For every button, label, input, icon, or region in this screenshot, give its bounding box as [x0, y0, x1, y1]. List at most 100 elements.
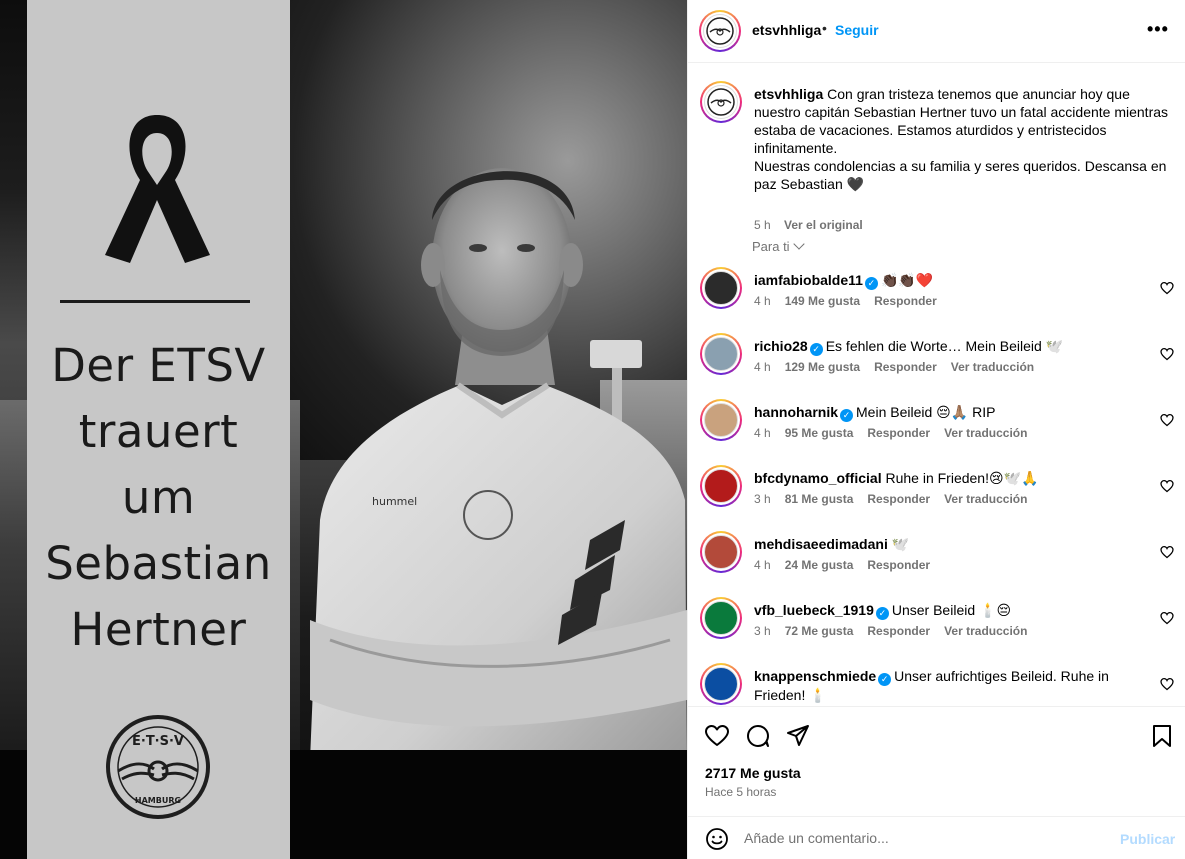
commenter-username[interactable]: iamfabiobalde11 — [754, 272, 863, 288]
commenter-username[interactable]: vfb_luebeck_1919 — [754, 602, 874, 618]
commenter-avatar[interactable] — [700, 267, 742, 309]
reply-button[interactable]: Responder — [867, 492, 930, 506]
separator-dot: • — [822, 20, 827, 36]
commenter-username[interactable]: mehdisaeedimadani — [754, 536, 888, 552]
comment-text-block: iamfabiobalde11 ✓ 👏🏿👏🏿❤️ — [754, 271, 1144, 290]
commenter-username[interactable]: bfcdynamo_official — [754, 470, 882, 486]
more-options-icon[interactable]: ••• — [1147, 20, 1169, 38]
comment-likes[interactable]: 95 Me gusta — [785, 426, 854, 440]
comment-like-heart-icon[interactable] — [1160, 281, 1174, 295]
translate-button[interactable]: Ver traducción — [951, 360, 1034, 374]
comment-meta: 4 h 95 Me gusta Responder Ver traducción — [754, 426, 1041, 440]
avatar-image — [704, 337, 738, 371]
share-paper-plane-icon[interactable] — [785, 723, 811, 749]
commenter-avatar[interactable] — [700, 333, 742, 375]
etsv-crest-logo: E·T·S·V HAMBURG — [106, 715, 210, 819]
emoji-picker-icon[interactable] — [705, 827, 729, 851]
comment-like-heart-icon[interactable] — [1160, 479, 1174, 493]
caption-text-2: Nuestras condolencias a su familia y ser… — [754, 158, 1167, 192]
comment-like-heart-icon[interactable] — [1160, 347, 1174, 361]
post-actions: 2717 Me gusta Hace 5 horas — [688, 706, 1185, 816]
comment-like-heart-icon[interactable] — [1160, 611, 1174, 625]
commenter-username[interactable]: knappenschmiede — [754, 668, 876, 684]
comment-text-block: mehdisaeedimadani 🕊️ — [754, 535, 1144, 553]
comment-text: Ruhe in Frieden!😢🕊️🙏 — [885, 470, 1039, 486]
verified-badge-icon: ✓ — [875, 607, 889, 620]
comment-meta: 4 h 24 Me gusta Responder — [754, 558, 958, 572]
comment-likes[interactable]: 129 Me gusta — [785, 360, 860, 374]
comments-scroll-area[interactable]: etsvhhliga Con gran tristeza tenemos que… — [688, 64, 1185, 706]
commenter-avatar[interactable] — [700, 399, 742, 441]
comment-time[interactable]: 4 h — [754, 360, 771, 374]
comment-time[interactable]: 4 h — [754, 558, 771, 572]
comment-time[interactable]: 3 h — [754, 624, 771, 638]
svg-text:E·T·S·V: E·T·S·V — [132, 734, 184, 749]
svg-text:HAMBURG: HAMBURG — [135, 796, 181, 805]
reply-button[interactable]: Responder — [874, 294, 937, 308]
translate-button[interactable]: Ver traducción — [944, 492, 1027, 506]
comment-text: Es fehlen die Worte… Mein Beileid 🕊️ — [825, 338, 1064, 354]
comment-meta — [754, 690, 810, 704]
headline-line: Der ETSV — [51, 339, 266, 392]
commenter-avatar[interactable] — [700, 465, 742, 507]
comment-text-block: vfb_luebeck_1919 ✓ Unser Beileid 🕯️😔 — [754, 601, 1144, 620]
post-sidebar: etsvhhliga • Seguir ••• etsvhhliga Con g… — [687, 0, 1185, 859]
comment-composer: Publicar — [688, 816, 1185, 859]
comment-likes[interactable]: 24 Me gusta — [785, 558, 854, 572]
player-portrait: hummel — [310, 168, 687, 760]
post-image[interactable]: hummel Der ETSV trauert um Sebastian Her… — [0, 0, 687, 859]
translate-button[interactable]: Ver traducción — [944, 426, 1027, 440]
verified-badge-icon: ✓ — [864, 277, 878, 290]
translate-button[interactable]: Ver traducción — [944, 624, 1027, 638]
commenter-username[interactable]: richio28 — [754, 338, 808, 354]
comment-like-heart-icon[interactable] — [1160, 413, 1174, 427]
jersey-brand-text: hummel — [372, 495, 417, 508]
reply-button[interactable]: Responder — [867, 624, 930, 638]
caption-time[interactable]: 5 h — [754, 218, 771, 232]
avatar-image — [704, 469, 738, 503]
commenter-avatar[interactable] — [700, 597, 742, 639]
see-original-link[interactable]: Ver el original — [784, 218, 863, 232]
author-avatar[interactable] — [699, 10, 741, 52]
comment-likes[interactable]: 81 Me gusta — [785, 492, 854, 506]
comment-bubble-icon[interactable] — [745, 723, 771, 749]
caption-username[interactable]: etsvhhliga — [754, 86, 823, 102]
comment-time[interactable]: 4 h — [754, 426, 771, 440]
follow-button[interactable]: Seguir — [835, 22, 879, 38]
reply-button[interactable]: Responder — [867, 558, 930, 572]
author-username[interactable]: etsvhhliga — [752, 22, 821, 38]
comment-row: mehdisaeedimadani 🕊️ 4 h 24 Me gusta Respon… — [700, 531, 1180, 581]
reply-button[interactable]: Responder — [874, 360, 937, 374]
comment-input[interactable] — [744, 827, 1104, 849]
reply-button[interactable]: Responder — [867, 426, 930, 440]
comment-likes[interactable]: 149 Me gusta — [785, 294, 860, 308]
caption-avatar[interactable] — [700, 81, 742, 123]
publish-button[interactable]: Publicar — [1120, 831, 1175, 847]
like-heart-icon[interactable] — [704, 723, 730, 749]
commenter-avatar[interactable] — [700, 531, 742, 573]
verified-badge-icon: ✓ — [809, 343, 823, 356]
comment-row: richio28 ✓ Es fehlen die Worte… Mein Beile… — [700, 333, 1180, 383]
caption-meta: 5 h Ver el original — [754, 218, 863, 232]
comment-time[interactable]: 4 h — [754, 294, 771, 308]
etsv-avatar-icon — [706, 17, 734, 45]
comment-text: Unser Beileid 🕯️😔 — [891, 602, 1012, 618]
commenter-username[interactable]: hannoharnik — [754, 404, 838, 420]
panel-divider — [60, 300, 250, 303]
comment-likes[interactable]: 72 Me gusta — [785, 624, 854, 638]
comment-filter-dropdown[interactable]: Para ti — [752, 238, 805, 254]
headline-line: trauert — [78, 405, 239, 458]
comment-text-block: knappenschmiede ✓ Unser aufrichtiges Beile… — [754, 667, 1144, 704]
comment-time[interactable]: 3 h — [754, 492, 771, 506]
comment-filter-label: Para ti — [752, 239, 790, 254]
commenter-avatar[interactable] — [700, 663, 742, 705]
comment-meta: 3 h 72 Me gusta Responder Ver traducción — [754, 624, 1041, 638]
likes-count[interactable]: 2717 Me gusta — [705, 765, 801, 781]
comment-like-heart-icon[interactable] — [1160, 545, 1174, 559]
mourning-ribbon-icon — [105, 115, 210, 263]
comment-row: iamfabiobalde11 ✓ 👏🏿👏🏿❤️ 4 h 149 Me gusta Res… — [700, 267, 1180, 317]
avatar-image — [704, 271, 738, 305]
save-bookmark-icon[interactable] — [1149, 723, 1175, 749]
comment-like-heart-icon[interactable] — [1160, 677, 1174, 691]
comment-text-block: richio28 ✓ Es fehlen die Worte… Mein Beile… — [754, 337, 1144, 356]
